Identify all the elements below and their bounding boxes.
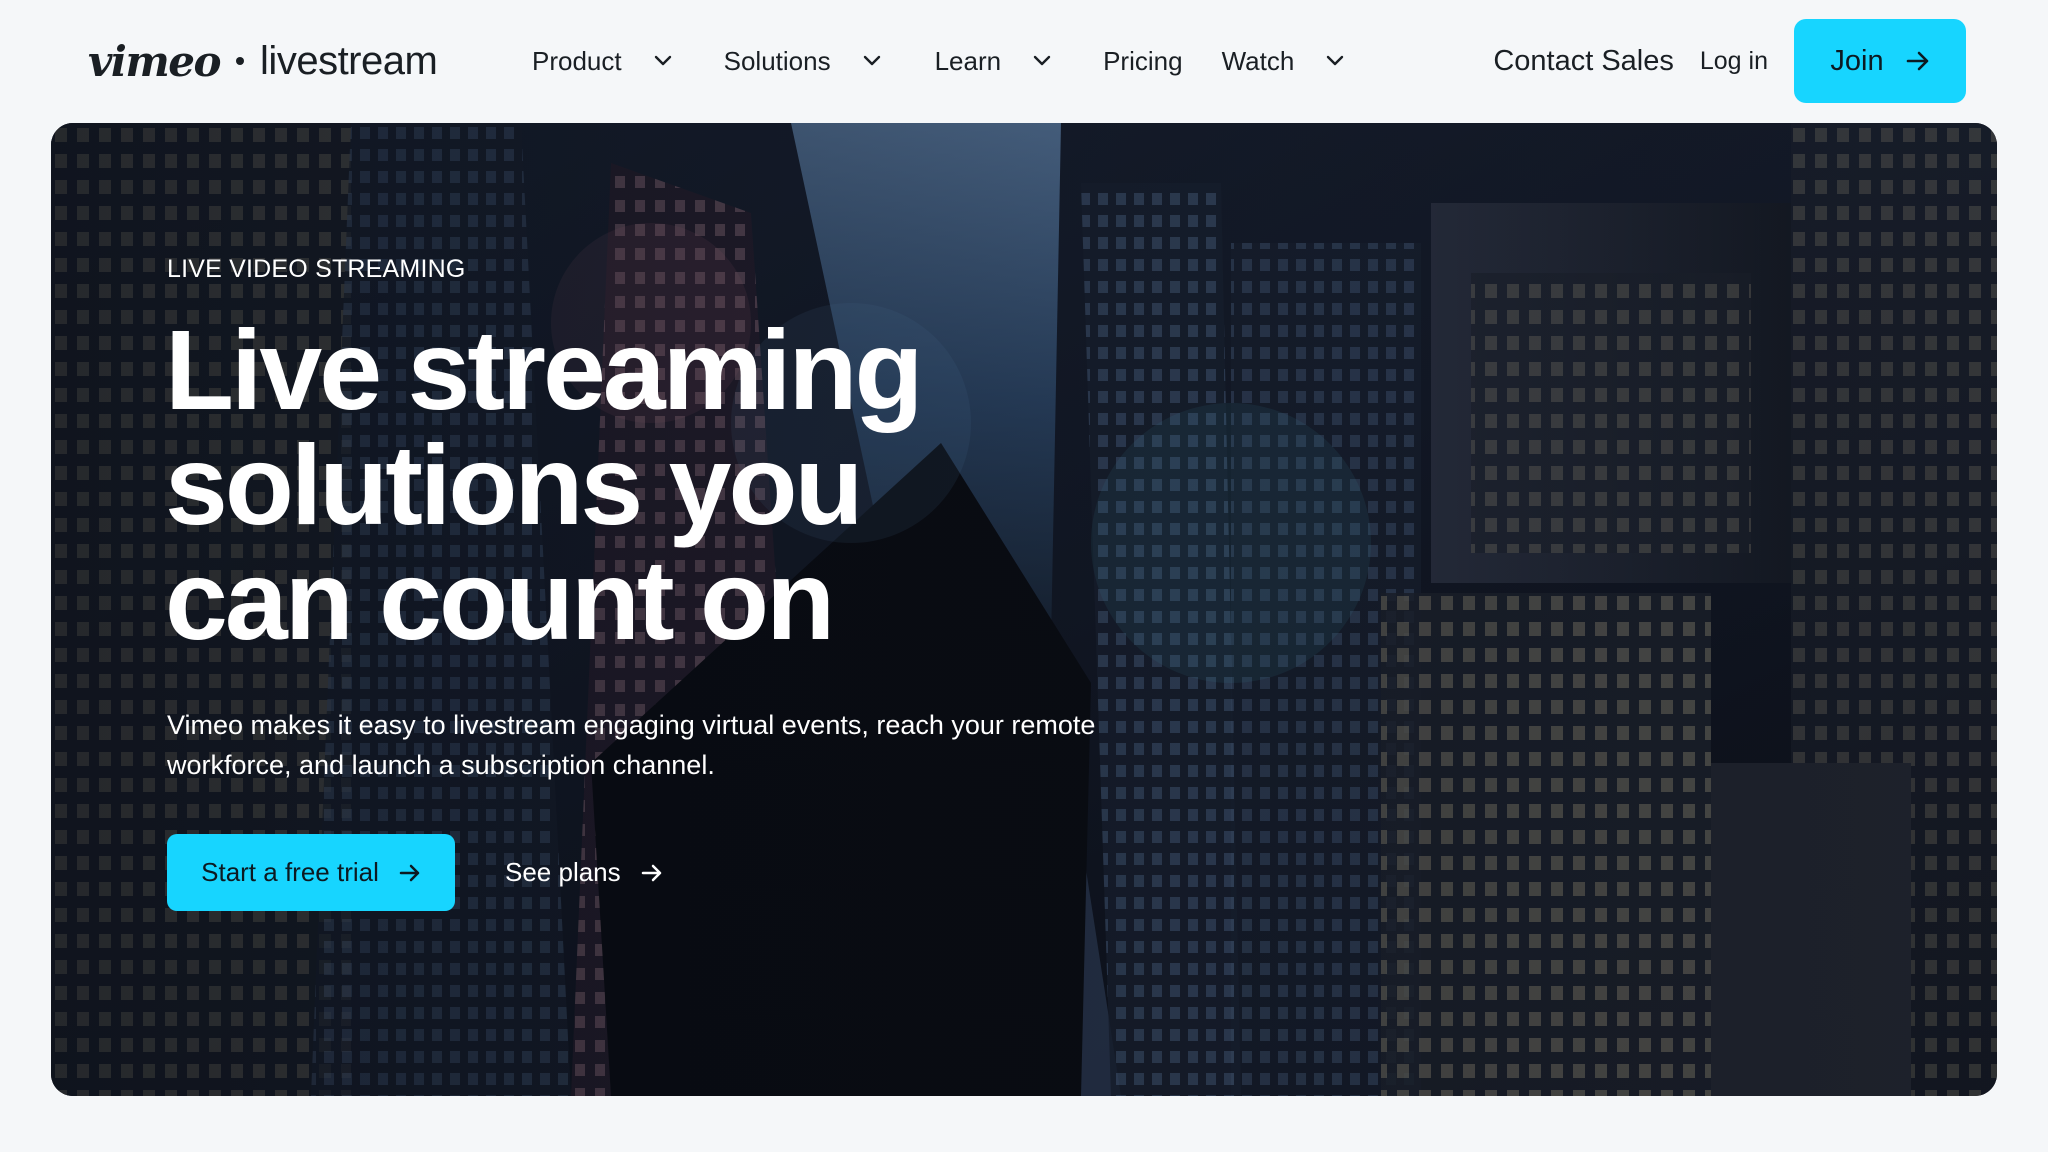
site-header: vimeo livestream Product Solutions Learn…	[0, 0, 2048, 124]
logo-product: livestream	[260, 38, 438, 83]
hero-headline-line: solutions you	[165, 422, 864, 548]
see-plans-label: See plans	[505, 857, 621, 887]
vimeo-livestream-logo[interactable]: vimeo livestream	[88, 30, 438, 92]
join-button-label: Join	[1830, 44, 1884, 77]
nav-item-learn[interactable]: Learn	[935, 46, 1052, 77]
hero-headline-line: can count on	[165, 537, 835, 663]
hero-description-line: Vimeo makes it easy to livestream engagi…	[167, 710, 1096, 740]
nav-item-label: Learn	[934, 45, 1002, 76]
nav-item-label: Product	[532, 45, 622, 76]
nav-item-product[interactable]: Product	[532, 46, 672, 77]
hero-eyebrow: LIVE VIDEO STREAMING	[167, 255, 466, 283]
nav-item-label: Pricing	[1103, 45, 1183, 76]
hero-headline-line: Live streaming	[165, 307, 924, 433]
join-button[interactable]: Join	[1794, 19, 1966, 103]
hero-headline: Live streaming solutions you can count o…	[165, 313, 1065, 658]
start-free-trial-button[interactable]: Start a free trial	[167, 834, 455, 911]
nav-item-solutions[interactable]: Solutions	[724, 46, 881, 77]
chevron-down-icon	[863, 55, 880, 66]
nav-item-pricing[interactable]: Pricing	[1103, 46, 1182, 77]
chevron-down-icon	[1327, 55, 1344, 66]
hero-section: LIVE VIDEO STREAMING Live streaming solu…	[51, 123, 1997, 1096]
header-actions: Contact Sales Log in Join	[1493, 19, 1966, 103]
chevron-down-icon	[1033, 55, 1051, 66]
logo-separator-dot	[236, 57, 245, 65]
arrow-right-icon	[641, 864, 661, 881]
hero-description-line: workforce, and launch a subscription cha…	[167, 750, 715, 780]
nav-item-watch[interactable]: Watch	[1222, 46, 1345, 77]
nav-item-label: Solutions	[723, 45, 831, 76]
see-plans-link[interactable]: See plans	[505, 834, 663, 911]
hero-description: Vimeo makes it easy to livestream engagi…	[167, 705, 1287, 785]
chevron-down-icon	[654, 55, 671, 66]
logo-brand: vimeo	[88, 36, 222, 86]
arrow-right-icon	[1906, 51, 1928, 71]
arrow-right-icon	[399, 864, 420, 881]
start-free-trial-label: Start a free trial	[201, 857, 379, 887]
login-link[interactable]: Log in	[1700, 47, 1768, 76]
main-nav: Product Solutions Learn Pricing Watch	[520, 36, 1344, 86]
nav-item-label: Watch	[1221, 45, 1295, 76]
page: vimeo livestream Product Solutions Learn…	[0, 0, 2048, 1152]
contact-sales-link[interactable]: Contact Sales	[1493, 45, 1674, 78]
